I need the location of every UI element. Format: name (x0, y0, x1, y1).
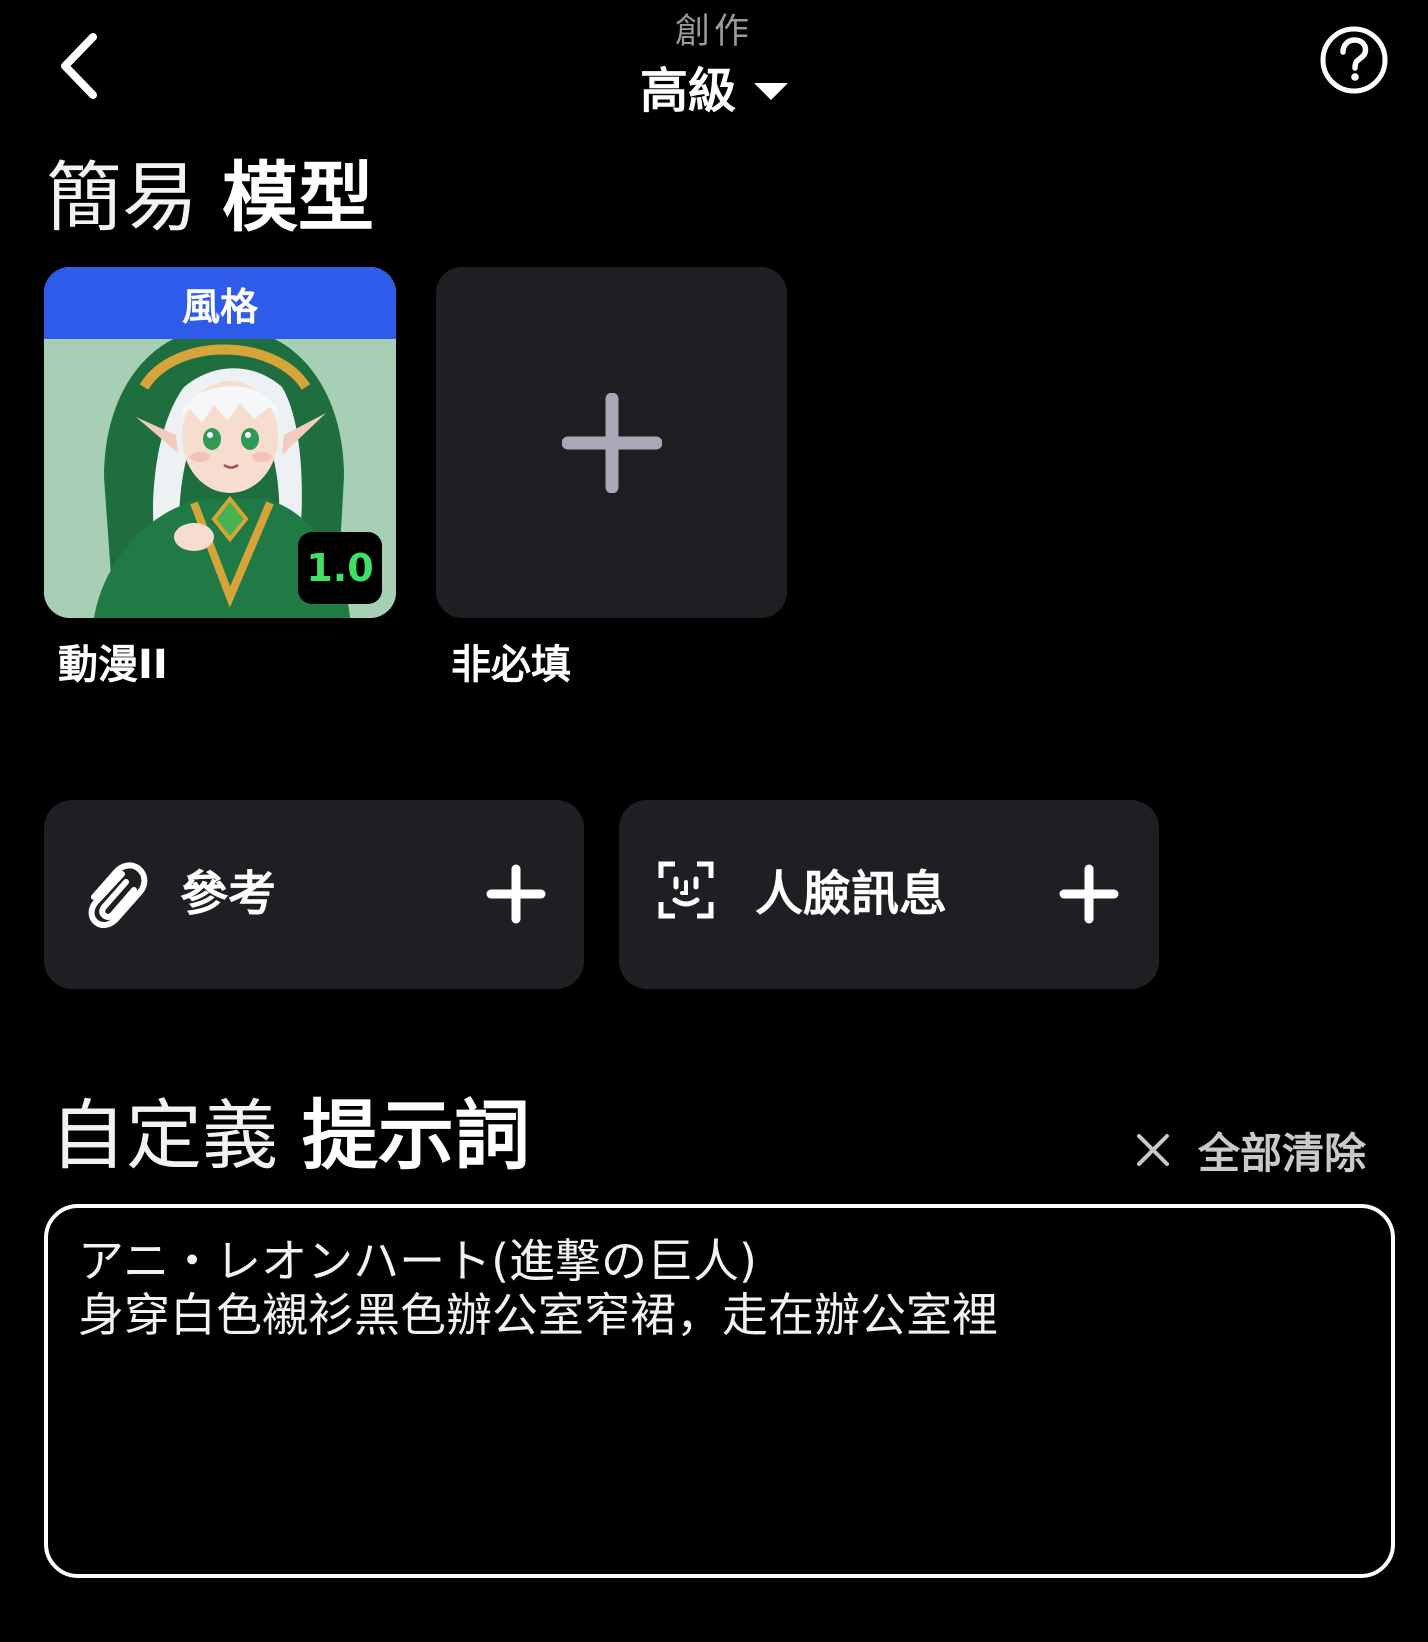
add-model-label: 非必填 (451, 642, 571, 688)
plus-icon (486, 864, 546, 924)
reference-button[interactable]: 參考 (44, 800, 584, 989)
prompt-input[interactable]: アニ・レオンハート(進撃の巨人) 身穿白色襯衫黑色辦公室窄裙，走在辦公室裡 (44, 1204, 1395, 1578)
prompt-section-title: 自定義 提示詞 (50, 1088, 530, 1184)
prompt-title-light: 自定義 (50, 1091, 278, 1180)
selected-model-card[interactable]: 風格 1.0 (44, 267, 396, 618)
reference-label: 參考 (180, 866, 277, 922)
plus-icon (561, 392, 662, 493)
help-button[interactable] (1318, 24, 1390, 96)
version-badge: 1.0 (298, 532, 382, 604)
prompt-line: 身穿白色襯衫黑色辦公室窄裙，走在辦公室裡 (78, 1288, 998, 1342)
header: 創作 高級 (0, 10, 1428, 120)
prompt-line: アニ・レオンハート(進撃の巨人) (78, 1234, 757, 1288)
header-subtitle: 創作 (674, 12, 753, 52)
plus-icon (1059, 864, 1119, 924)
mode-dropdown[interactable]: 高級 (640, 62, 788, 120)
face-info-button[interactable]: 人臉訊息 (619, 800, 1159, 989)
face-info-label: 人臉訊息 (755, 866, 948, 922)
mode-label: 高級 (639, 63, 736, 119)
paperclip-icon (88, 862, 148, 928)
model-title-bold: 模型 (222, 153, 374, 242)
selected-model-name: 動漫II (58, 642, 168, 688)
prompt-title-bold: 提示詞 (302, 1091, 530, 1180)
clear-all-button[interactable]: 全部清除 (1136, 1120, 1366, 1180)
model-section-title: 簡易 模型 (46, 150, 374, 246)
caret-down-icon (754, 83, 788, 100)
add-model-button[interactable] (436, 267, 787, 618)
clear-all-label: 全部清除 (1198, 1128, 1367, 1178)
face-scan-icon (658, 861, 714, 919)
style-tag: 風格 (44, 267, 396, 339)
model-title-light: 簡易 (46, 153, 198, 242)
help-circle-icon (1320, 26, 1388, 94)
close-icon (1137, 1134, 1169, 1166)
